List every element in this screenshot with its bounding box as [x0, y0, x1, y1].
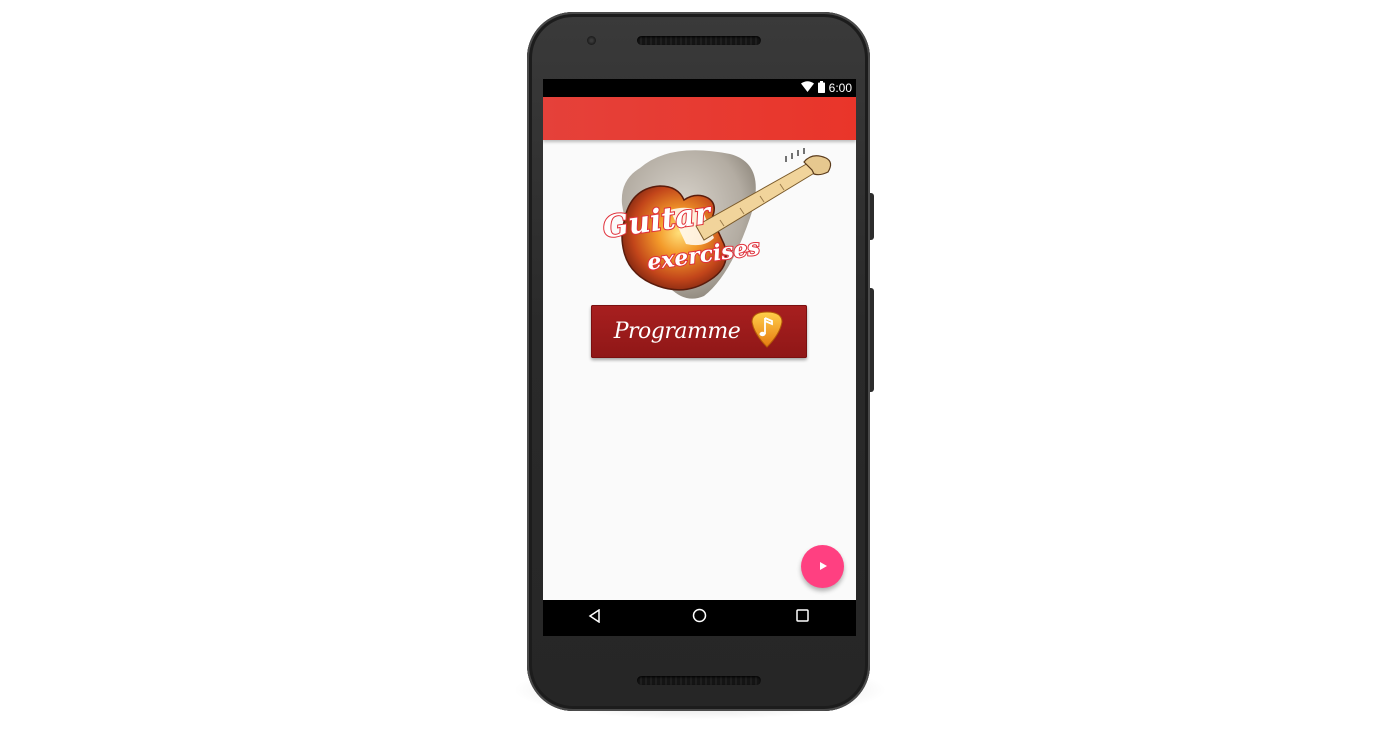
status-bar: 6:00 — [543, 79, 856, 97]
screen: 6:00 Guitar exercises Programme — [543, 79, 856, 636]
back-icon — [588, 608, 602, 628]
play-icon — [818, 558, 828, 576]
recents-icon — [795, 609, 809, 627]
battery-icon — [817, 80, 825, 96]
volume-button — [870, 288, 874, 392]
play-fab-button[interactable] — [801, 545, 844, 588]
top-speaker — [637, 36, 761, 45]
status-icons: 6:00 — [800, 80, 852, 96]
status-time: 6:00 — [828, 81, 852, 95]
navigation-bar — [543, 600, 856, 636]
front-camera — [587, 36, 596, 45]
bottom-speaker — [637, 676, 761, 685]
guitar-pick-note-icon — [750, 310, 784, 353]
nav-back-button[interactable] — [565, 600, 625, 636]
programme-label: Programme — [613, 319, 741, 344]
app-logo: Guitar exercises — [600, 148, 832, 300]
wifi-icon — [800, 81, 814, 95]
app-bar — [543, 97, 856, 140]
home-icon — [692, 608, 707, 628]
programme-button[interactable]: Programme — [591, 305, 807, 358]
nav-home-button[interactable] — [669, 600, 729, 636]
nav-recents-button[interactable] — [772, 600, 832, 636]
power-button — [870, 193, 874, 240]
